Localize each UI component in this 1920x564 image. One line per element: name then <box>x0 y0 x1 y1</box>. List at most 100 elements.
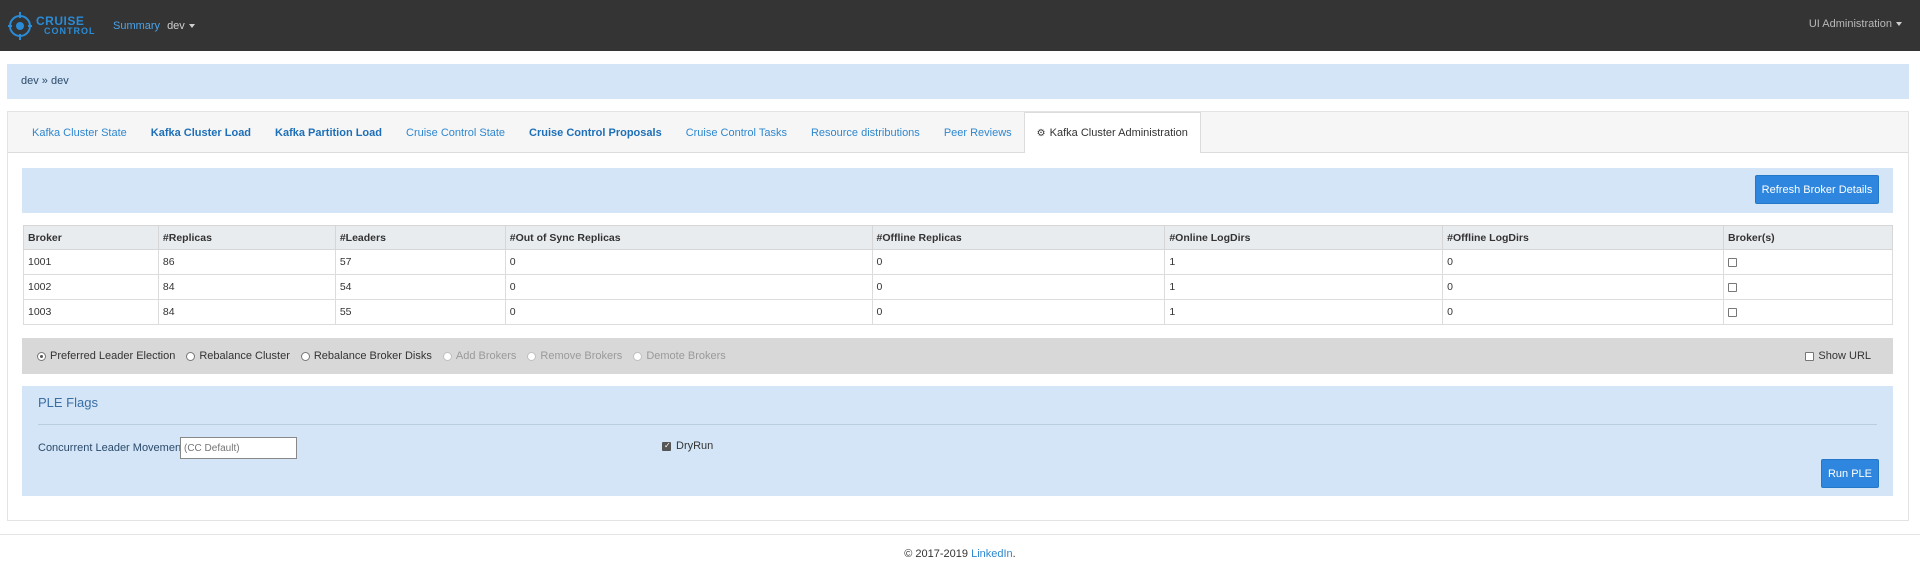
divider <box>38 424 1877 425</box>
radio-button[interactable] <box>186 351 196 361</box>
table-cell: 0 <box>504 249 873 275</box>
logo-text-line1: CRUISE <box>36 13 85 28</box>
footer-divider <box>0 534 1920 535</box>
radio-remove-brokers: Remove Brokers <box>527 350 622 362</box>
table-cell: 0 <box>504 274 873 300</box>
column-header[interactable]: #Replicas <box>157 225 336 250</box>
show-url-label: Show URL <box>1818 350 1871 362</box>
show-url-toggle[interactable]: Show URL <box>1805 350 1871 362</box>
env-dropdown-label: dev <box>167 19 185 32</box>
ple-flags-title: PLE Flags <box>38 395 98 410</box>
table-cell <box>1723 274 1893 300</box>
concurrent-leader-movements-label: Concurrent Leader Movements <box>38 442 190 454</box>
footer-copyright: © 2017-2019 <box>904 548 972 560</box>
broker-table: Broker #Replicas #Leaders #Out of Sync R… <box>23 225 1893 325</box>
dryrun-checkbox[interactable] <box>662 441 671 451</box>
radio-label: Demote Brokers <box>646 350 726 362</box>
tab-kafka-partition-load[interactable]: Kafka Partition Load <box>263 112 394 153</box>
footer: © 2017-2019 LinkedIn. <box>0 548 1920 560</box>
column-header[interactable]: Broker <box>23 225 159 250</box>
radio-label: Preferred Leader Election <box>50 350 176 362</box>
logo-text-line2: CONTROL <box>44 25 96 36</box>
table-cell: 0 <box>871 299 1166 325</box>
radio-rebalance-broker-disks[interactable]: Rebalance Broker Disks <box>300 350 432 362</box>
table-row: 1003 84 55 0 0 1 0 <box>23 299 1893 325</box>
table-cell: 0 <box>1442 249 1724 275</box>
gear-icon: ⚙ <box>1036 127 1046 139</box>
table-cell: 84 <box>157 299 336 325</box>
tab-bar: Kafka Cluster State Kafka Cluster Load K… <box>8 112 1908 154</box>
table-row: 1001 86 57 0 0 1 0 <box>23 249 1893 275</box>
tab-cruise-control-proposals[interactable]: Cruise Control Proposals <box>517 112 674 153</box>
ui-admin-label: UI Administration <box>1808 18 1892 30</box>
broker-select-checkbox[interactable] <box>1728 282 1737 292</box>
radio-rebalance-cluster[interactable]: Rebalance Cluster <box>186 350 290 362</box>
column-header[interactable]: Broker(s) <box>1723 225 1893 250</box>
table-cell: 0 <box>504 299 873 325</box>
table-cell: 1 <box>1164 299 1444 325</box>
table-cell: 1001 <box>23 249 159 275</box>
broker-select-checkbox[interactable] <box>1728 307 1737 317</box>
nav-summary-link[interactable]: Summary <box>113 20 160 32</box>
radio-button[interactable] <box>37 351 46 361</box>
tab-kafka-cluster-administration-label: Kafka Cluster Administration <box>1049 127 1188 139</box>
column-header[interactable]: #Out of Sync Replicas <box>504 225 873 250</box>
radio-demote-brokers: Demote Brokers <box>633 350 726 362</box>
refresh-broker-details-button[interactable]: Refresh Broker Details <box>1755 175 1879 204</box>
table-cell: 0 <box>871 274 1166 300</box>
radio-label: Rebalance Cluster <box>199 350 290 362</box>
column-header[interactable]: #Offline LogDirs <box>1442 225 1724 250</box>
footer-period: . <box>1012 548 1016 560</box>
table-cell: 54 <box>334 274 506 300</box>
table-cell: 55 <box>334 299 506 325</box>
table-cell: 86 <box>157 249 336 275</box>
ple-flags-panel: PLE Flags Concurrent Leader Movements Dr… <box>22 386 1893 496</box>
column-header[interactable]: #Offline Replicas <box>871 225 1166 250</box>
cruise-control-logo[interactable]: CRUISE CONTROL <box>6 6 102 46</box>
table-cell: 1 <box>1164 249 1444 275</box>
table-cell <box>1723 299 1893 325</box>
breadcrumb: dev » dev <box>7 64 1909 99</box>
radio-preferred-leader-election[interactable]: Preferred Leader Election <box>37 350 175 362</box>
tab-peer-reviews[interactable]: Peer Reviews <box>932 112 1024 153</box>
chevron-down-icon <box>188 23 195 28</box>
show-url-checkbox[interactable] <box>1805 351 1815 361</box>
tab-kafka-cluster-administration[interactable]: ⚙ Kafka Cluster Administration <box>1023 112 1201 154</box>
table-cell: 57 <box>334 249 506 275</box>
ui-admin-dropdown[interactable]: UI Administration <box>1809 18 1902 30</box>
radio-button <box>633 351 643 361</box>
radio-add-brokers: Add Brokers <box>442 350 517 362</box>
radio-label: Add Brokers <box>455 350 517 362</box>
tab-cruise-control-tasks[interactable]: Cruise Control Tasks <box>674 112 799 153</box>
run-ple-button[interactable]: Run PLE <box>1821 459 1879 488</box>
dryrun-label: DryRun <box>676 440 714 452</box>
concurrent-leader-movements-input[interactable] <box>180 437 297 459</box>
refresh-bar: Refresh Broker Details <box>22 168 1893 213</box>
table-cell: 84 <box>157 274 336 300</box>
radio-label: Remove Brokers <box>540 350 623 362</box>
table-cell: 1002 <box>23 274 159 300</box>
column-header[interactable]: #Leaders <box>334 225 506 250</box>
env-dropdown[interactable]: dev <box>167 20 195 32</box>
logo-icon <box>8 11 32 40</box>
linkedin-link[interactable]: LinkedIn <box>971 548 1013 560</box>
table-cell: 0 <box>871 249 1166 275</box>
main-panel: Kafka Cluster State Kafka Cluster Load K… <box>7 111 1909 521</box>
table-cell: 0 <box>1442 299 1724 325</box>
dryrun-toggle[interactable]: DryRun <box>662 440 713 452</box>
broker-select-checkbox[interactable] <box>1728 257 1737 267</box>
table-header-row: Broker #Replicas #Leaders #Out of Sync R… <box>23 225 1893 250</box>
tab-content: Refresh Broker Details Broker #Replicas … <box>8 153 1908 520</box>
tab-kafka-cluster-state[interactable]: Kafka Cluster State <box>20 112 139 153</box>
table-row: 1002 84 54 0 0 1 0 <box>23 274 1893 300</box>
radio-button[interactable] <box>300 351 310 361</box>
column-header[interactable]: #Online LogDirs <box>1164 225 1444 250</box>
radio-button <box>442 351 452 361</box>
action-radio-bar: Preferred Leader Election Rebalance Clus… <box>22 338 1893 374</box>
tab-cruise-control-state[interactable]: Cruise Control State <box>394 112 517 153</box>
tab-kafka-cluster-load[interactable]: Kafka Cluster Load <box>139 112 263 153</box>
table-cell: 1003 <box>23 299 159 325</box>
radio-label: Rebalance Broker Disks <box>313 350 432 362</box>
tab-resource-distributions[interactable]: Resource distributions <box>799 112 932 153</box>
chevron-down-icon <box>1896 22 1902 27</box>
